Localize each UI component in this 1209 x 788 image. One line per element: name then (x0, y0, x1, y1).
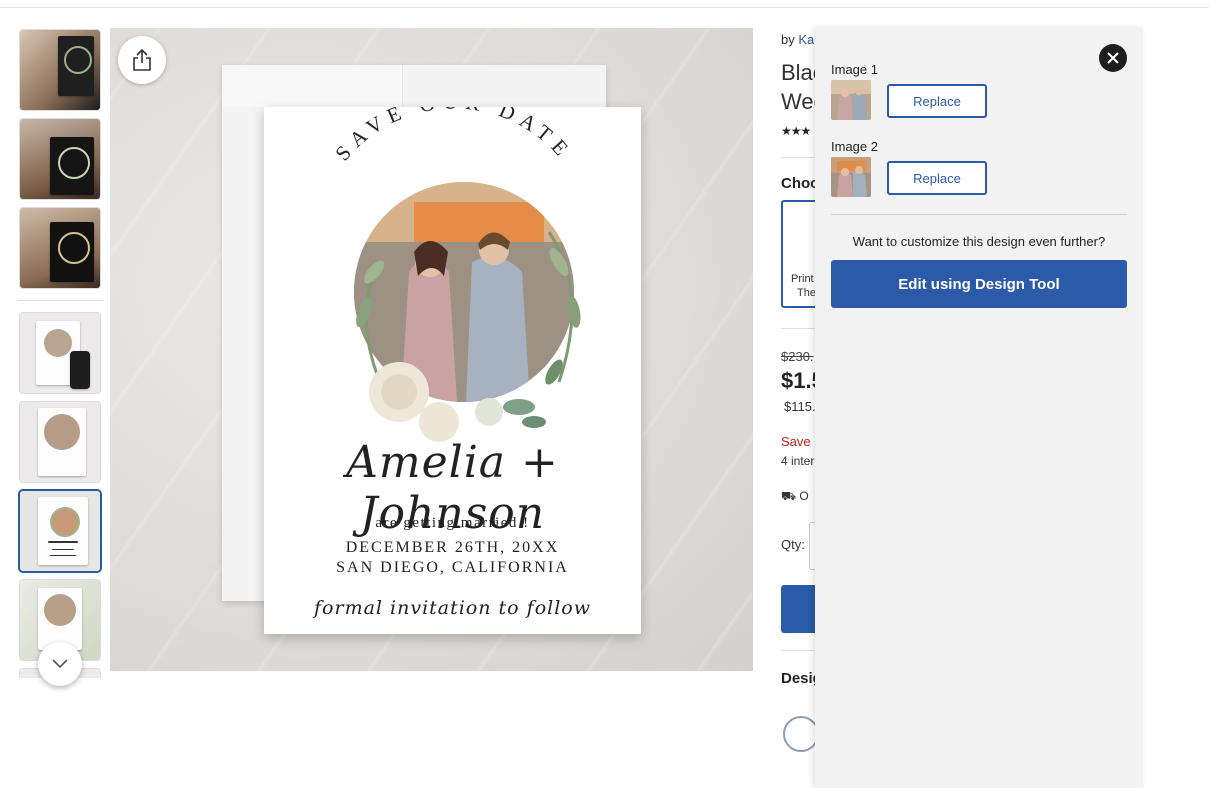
thumbnail-2[interactable] (20, 119, 100, 199)
married-text: are getting married ! (375, 515, 530, 531)
customize-further-text: Want to customize this design even furth… (852, 234, 1106, 249)
top-divider (0, 7, 1209, 8)
event-location: SAN DIEGO, CALIFORNIA (336, 559, 569, 576)
thumbnail-4[interactable] (20, 313, 100, 393)
event-date: DECEMBER 26TH, 20XX (345, 539, 560, 556)
design-swatch[interactable] (783, 716, 819, 752)
thumbnail-5[interactable] (20, 402, 100, 482)
close-icon (1107, 52, 1119, 64)
author-line: by Ka (781, 32, 815, 47)
thumbnail-divider (18, 300, 104, 301)
thumbnail-3[interactable] (20, 208, 100, 288)
image-2-label: Image 2 (831, 139, 878, 154)
invitation-card: SAVE OUR DATE (264, 107, 641, 634)
image-1-thumbnail (831, 80, 871, 120)
photo-wreath (319, 152, 589, 442)
installments-label: 4 inter (781, 454, 815, 468)
replace-image-2-button[interactable]: Replace (887, 161, 987, 195)
quantity-label: Qty: (781, 537, 805, 552)
chevron-down-icon (52, 659, 68, 669)
save-label: Save (781, 434, 811, 449)
thumbnail-rail (18, 28, 104, 678)
share-icon (133, 48, 151, 71)
replace-image-1-button[interactable]: Replace (887, 84, 987, 118)
edit-design-tool-button[interactable]: Edit using Design Tool (831, 260, 1127, 308)
thumbnail-1[interactable] (20, 30, 100, 110)
thumbnail-6-selected[interactable] (20, 491, 100, 571)
panel-divider (831, 214, 1127, 215)
share-button[interactable] (118, 36, 166, 84)
product-option-label: Print The (791, 273, 816, 299)
author-link[interactable]: Ka (798, 32, 814, 47)
rating-stars[interactable]: ★★★ (781, 124, 811, 138)
original-price: $230. (781, 349, 814, 364)
shipping-info: ⛟ O (781, 489, 809, 503)
image-1-label: Image 1 (831, 62, 878, 77)
close-panel-button[interactable] (1099, 44, 1127, 72)
product-preview[interactable]: SAVE OUR DATE (110, 28, 753, 671)
image-2-thumbnail (831, 157, 871, 197)
customize-panel: Image 1 Replace Image 2 Replace Want to … (815, 28, 1143, 788)
choose-heading: Choo (781, 175, 820, 192)
follow-text: formal invitation to follow (314, 597, 591, 619)
scroll-down-button[interactable] (38, 642, 82, 686)
